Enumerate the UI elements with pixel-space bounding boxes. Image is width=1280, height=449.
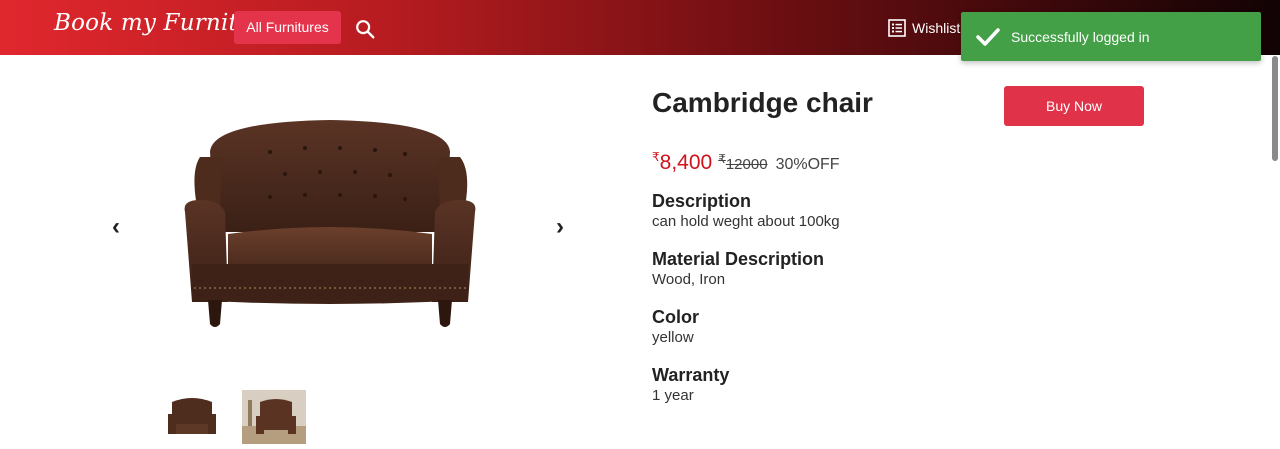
product-title: Cambridge chair bbox=[652, 87, 873, 118]
price-value: 8,400 bbox=[659, 151, 713, 174]
original-price: ₹12000 bbox=[718, 152, 767, 173]
detail-label: Material Description bbox=[652, 249, 825, 269]
detail-label: Description bbox=[652, 191, 752, 211]
thumbnail-2[interactable] bbox=[242, 390, 306, 444]
next-image-button[interactable]: › bbox=[556, 215, 564, 239]
detail-label: Color bbox=[652, 307, 699, 327]
wishlist-link[interactable]: Wishlist bbox=[888, 18, 960, 38]
price-currency: ₹ bbox=[652, 150, 660, 164]
detail-value: Wood, Iron bbox=[652, 271, 726, 288]
list-icon bbox=[888, 19, 906, 37]
all-furnitures-button[interactable]: All Furnitures bbox=[234, 11, 341, 44]
product-image bbox=[184, 120, 476, 327]
mrp-currency: ₹ bbox=[718, 152, 726, 166]
wishlist-label: Wishlist bbox=[912, 20, 961, 36]
detail-warranty: Warranty 1 year bbox=[652, 365, 729, 404]
check-icon bbox=[976, 27, 1000, 46]
detail-description: Description can hold weght about 100kg bbox=[652, 191, 840, 230]
detail-value: yellow bbox=[652, 329, 694, 346]
discount-label: 30%OFF bbox=[775, 156, 840, 173]
mrp-value: 12000 bbox=[725, 156, 768, 173]
prev-image-button[interactable]: ‹ bbox=[112, 215, 120, 239]
login-toast: Successfully logged in bbox=[961, 12, 1261, 61]
page-scrollbar[interactable] bbox=[1272, 56, 1278, 161]
detail-label: Warranty bbox=[652, 365, 730, 385]
thumbnail-chair-image bbox=[168, 398, 216, 434]
toast-message: Successfully logged in bbox=[1011, 28, 1150, 45]
thumbnail-room-image bbox=[242, 390, 306, 444]
search-icon[interactable] bbox=[354, 18, 376, 40]
selling-price: ₹8,400 bbox=[652, 150, 712, 175]
buy-now-button[interactable]: Buy Now bbox=[1004, 86, 1144, 126]
detail-color: Color yellow bbox=[652, 307, 699, 346]
thumbnail-1[interactable] bbox=[160, 390, 224, 444]
detail-value: 1 year bbox=[652, 387, 694, 404]
detail-material: Material Description Wood, Iron bbox=[652, 249, 824, 288]
price-row: ₹8,400 ₹12000 30%OFF bbox=[652, 150, 840, 175]
detail-value: can hold weght about 100kg bbox=[652, 213, 840, 230]
